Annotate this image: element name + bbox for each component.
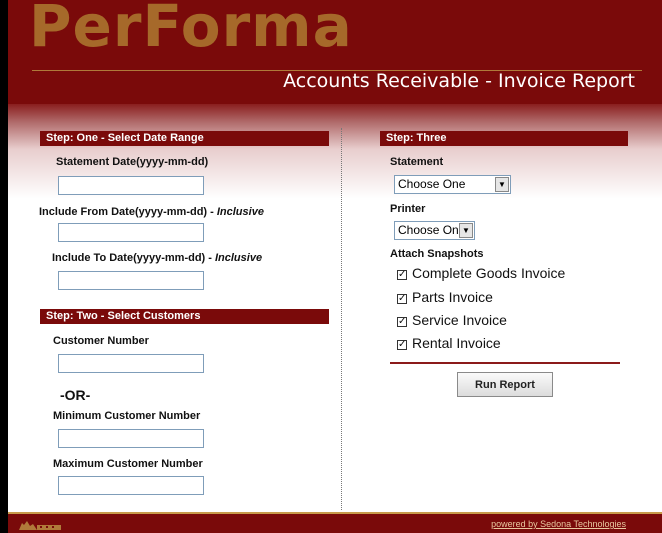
step-one-heading: Step: One - Select Date Range [40, 131, 329, 146]
printer-select[interactable]: Choose One ▼ [394, 221, 475, 240]
to-date-input[interactable] [58, 271, 204, 290]
max-customer-label: Maximum Customer Number [53, 458, 203, 470]
min-customer-input[interactable] [58, 429, 204, 448]
inclusive-note: Inclusive [214, 252, 263, 264]
step-two-heading: Step: Two - Select Customers [40, 309, 329, 324]
chevron-down-icon[interactable]: ▼ [459, 223, 473, 238]
from-date-label: Include From Date(yyyy-mm-dd) - Inclusiv… [39, 206, 264, 218]
powered-by-link[interactable]: powered by Sedona Technologies [491, 519, 626, 529]
header-fill [626, 0, 662, 62]
printer-label: Printer [390, 203, 426, 215]
statement-select-value: Choose One [398, 177, 466, 191]
section-divider [390, 362, 620, 364]
snapshot-label: Complete Goods Invoice [412, 265, 566, 281]
page-title: Accounts Receivable - Invoice Report [283, 70, 635, 92]
snapshot-complete-goods[interactable]: ✓ Complete Goods Invoice [397, 265, 565, 281]
sedona-logo-icon [19, 521, 61, 530]
snapshot-service[interactable]: ✓ Service Invoice [397, 312, 507, 328]
attach-snapshots-label: Attach Snapshots [390, 248, 484, 260]
snapshot-label: Rental Invoice [412, 335, 501, 351]
snapshot-label: Service Invoice [412, 312, 507, 328]
or-separator: -OR- [60, 387, 91, 403]
app-logo: PerForma [29, 0, 353, 60]
min-customer-label: Minimum Customer Number [53, 410, 201, 422]
snapshot-label: Parts Invoice [412, 289, 493, 305]
window-frame [0, 0, 8, 533]
max-customer-input[interactable] [58, 476, 204, 495]
statement-select[interactable]: Choose One ▼ [394, 175, 511, 194]
statement-date-input[interactable] [58, 176, 204, 195]
statement-date-label: Statement Date(yyyy-mm-dd) [56, 156, 209, 168]
column-divider [341, 128, 342, 510]
statement-label: Statement [390, 156, 444, 168]
check-icon[interactable]: ✓ [397, 270, 407, 280]
from-date-label-text: Include From Date(yyyy-mm-dd) - [39, 206, 217, 218]
customer-number-input[interactable] [58, 354, 204, 373]
printer-select-value: Choose One [398, 223, 466, 237]
run-report-button[interactable]: Run Report [457, 372, 553, 397]
to-date-label-text: Include To Date(yyyy-mm-dd) - [52, 252, 215, 264]
step-three-heading: Step: Three [380, 131, 628, 146]
customer-number-label: Customer Number [53, 335, 149, 347]
chevron-down-icon[interactable]: ▼ [495, 177, 509, 192]
inclusive-note: Inclusive [216, 206, 264, 218]
check-icon[interactable]: ✓ [397, 294, 407, 304]
check-icon[interactable]: ✓ [397, 317, 407, 327]
from-date-input[interactable] [58, 223, 204, 242]
snapshot-parts[interactable]: ✓ Parts Invoice [397, 289, 493, 305]
snapshot-rental[interactable]: ✓ Rental Invoice [397, 335, 501, 351]
to-date-label: Include To Date(yyyy-mm-dd) - Inclusive [52, 252, 262, 264]
check-icon[interactable]: ✓ [397, 340, 407, 350]
